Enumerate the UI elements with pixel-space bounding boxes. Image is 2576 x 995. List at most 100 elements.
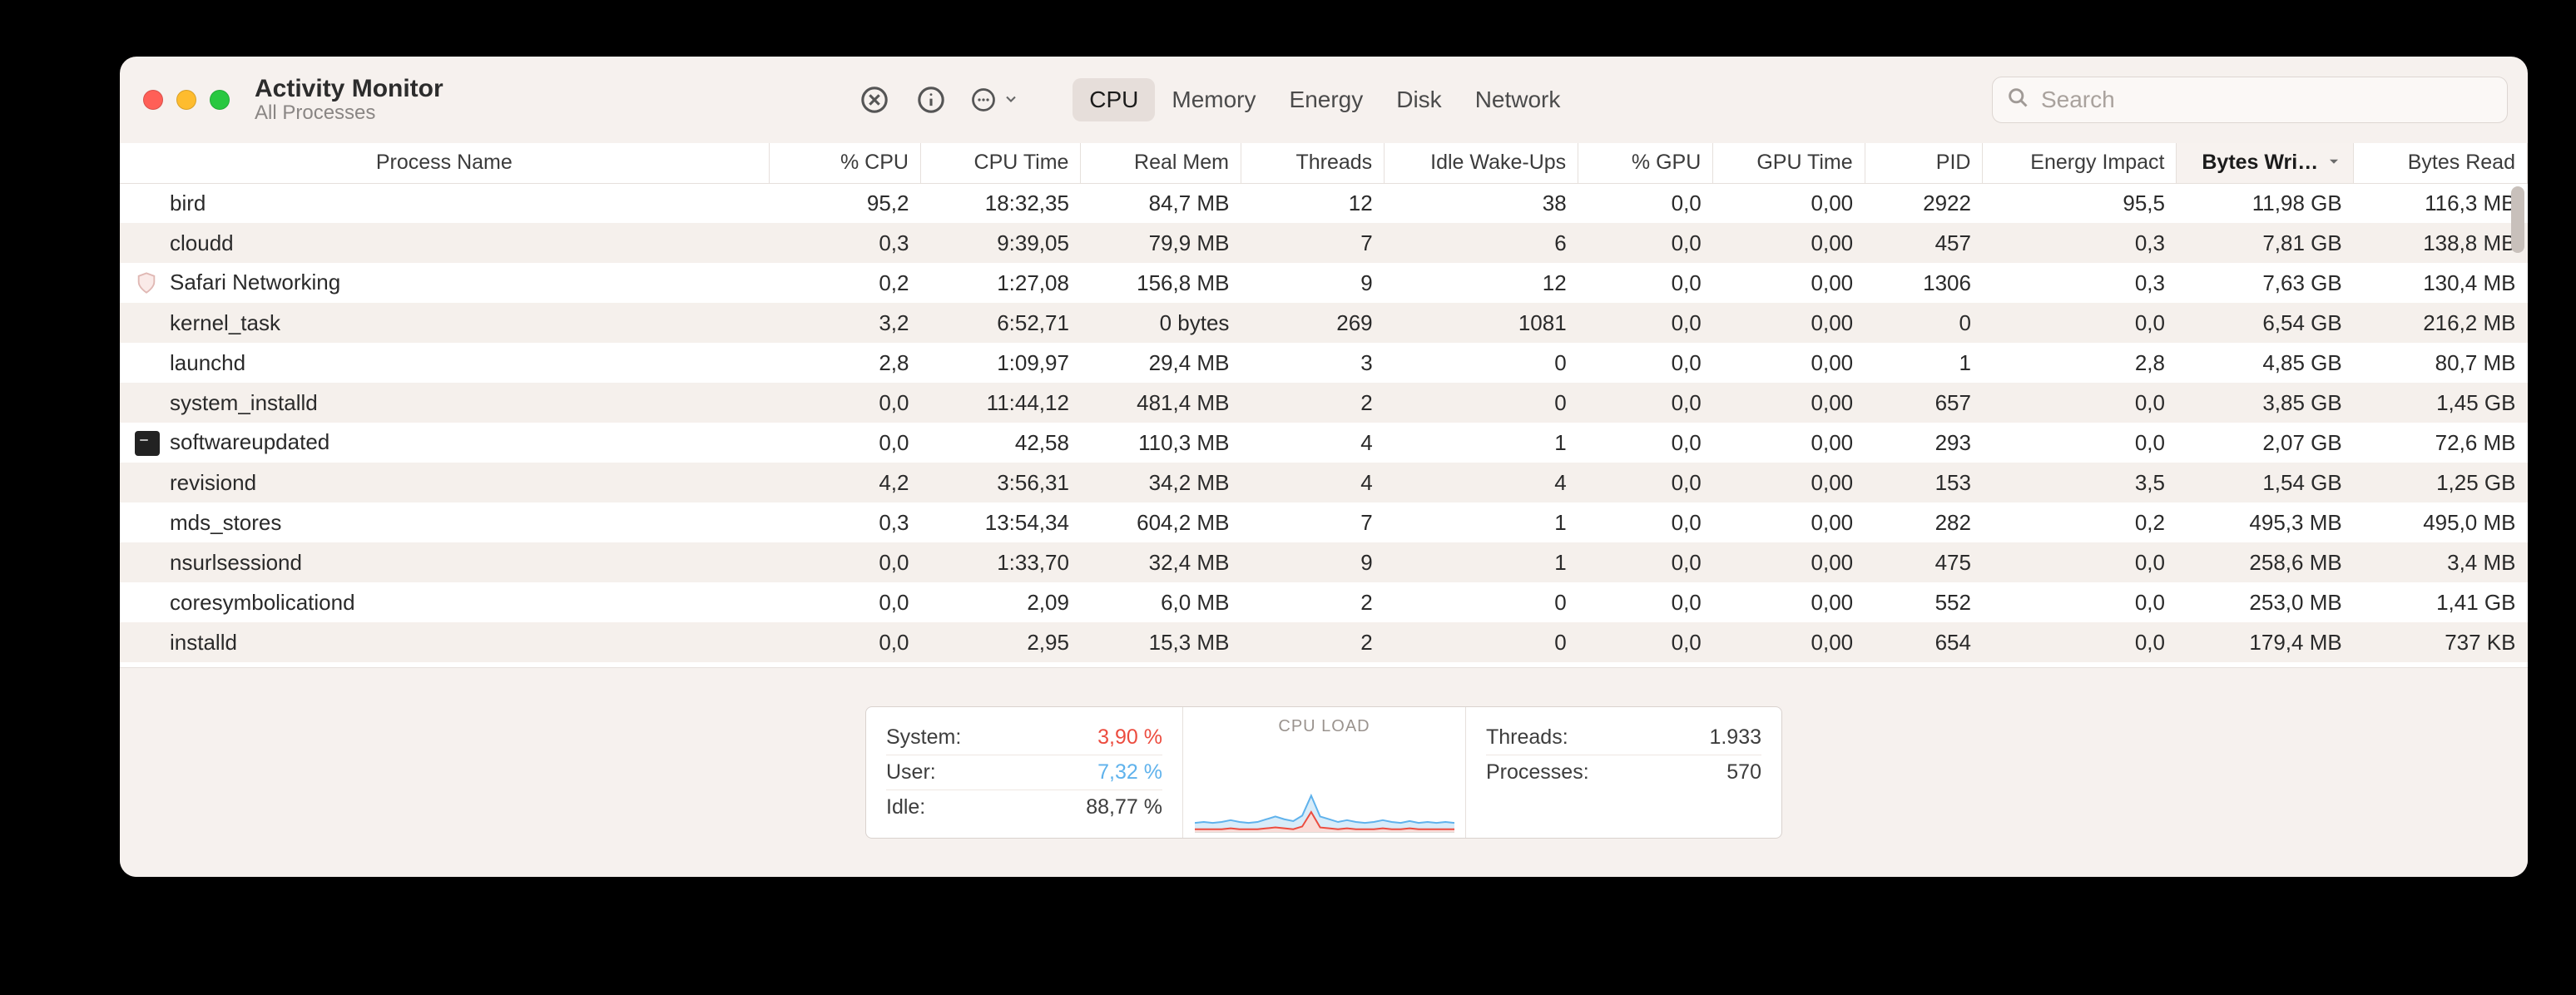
table-row[interactable]: Safari Networking0,21:27,08156,8 MB9120,… [120,263,2528,303]
shield-icon [135,271,160,296]
table-header-row: Process Name% CPUCPU TimeReal MemThreads… [120,143,2528,183]
table-row[interactable]: coresymbolicationd0,02,096,0 MB200,00,00… [120,582,2528,622]
tab-disk[interactable]: Disk [1380,78,1458,121]
cell-cpu: 0,0 [769,383,920,423]
table-row[interactable]: nsurlsessiond0,01:33,7032,4 MB910,00,004… [120,542,2528,582]
cell-bw: 495,3 MB [2177,502,2354,542]
process-name: launchd [170,350,245,375]
cell-realmem: 32,4 MB [1081,542,1241,582]
cell-cputime: 1:33,70 [920,542,1080,582]
value: 7,32 % [1097,760,1162,785]
table-row[interactable]: mds_stores0,313:54,34604,2 MB710,00,0028… [120,502,2528,542]
value: 3,90 % [1097,725,1162,750]
process-name: installd [170,630,237,655]
cell-cpu: 0,2 [769,263,920,303]
cell-name: nsurlsessiond [120,542,769,582]
cell-wake: 0 [1385,383,1578,423]
cpu-load-graph-panel: CPU LOAD [1182,707,1465,838]
table-row[interactable]: bird95,218:32,3584,7 MB12380,00,00292295… [120,183,2528,223]
cell-wake: 4 [1385,463,1578,502]
more-actions-button[interactable] [971,83,1029,116]
column-header-name[interactable]: Process Name [120,143,769,183]
cell-br: 1,45 GB [2354,383,2528,423]
table-row[interactable]: installd0,02,9515,3 MB200,00,006540,0179… [120,622,2528,662]
column-header-cputime[interactable]: CPU Time [920,143,1080,183]
cell-br: 1,41 GB [2354,582,2528,622]
cell-gputime: 0,00 [1713,183,1865,223]
cell-wake: 1 [1385,542,1578,582]
tab-cpu[interactable]: CPU [1073,78,1155,121]
column-header-bw[interactable]: Bytes Wri… [2177,143,2354,183]
cell-wake: 0 [1385,582,1578,622]
column-header-wake[interactable]: Idle Wake-Ups [1385,143,1578,183]
info-button[interactable] [914,83,948,116]
cell-realmem: 481,4 MB [1081,383,1241,423]
column-header-gpu[interactable]: % GPU [1578,143,1713,183]
vertical-scrollbar[interactable] [2511,186,2524,253]
tab-network[interactable]: Network [1459,78,1578,121]
cell-bw: 1,54 GB [2177,463,2354,502]
window-controls [143,90,230,110]
process-name: system_installd [170,390,318,415]
cpu-breakdown-panel: System:3,90 % User:7,32 % Idle:88,77 % [866,707,1182,838]
cell-realmem: 156,8 MB [1081,263,1241,303]
footer-panels: System:3,90 % User:7,32 % Idle:88,77 % C… [865,706,1782,839]
cell-gputime: 0,00 [1713,582,1865,622]
cell-wake: 1 [1385,423,1578,463]
table-row[interactable]: revisiond4,23:56,3134,2 MB440,00,001533,… [120,463,2528,502]
column-header-realmem[interactable]: Real Mem [1081,143,1241,183]
cell-gputime: 0,00 [1713,263,1865,303]
fullscreen-window-button[interactable] [210,90,230,110]
cell-threads: 3 [1241,343,1384,383]
cell-cpu: 0,0 [769,622,920,662]
table-row[interactable]: cloudd0,39:39,0579,9 MB760,00,004570,37,… [120,223,2528,263]
cell-bw: 11,98 GB [2177,183,2354,223]
stop-process-button[interactable] [858,83,891,116]
cell-cputime: 42,58 [920,423,1080,463]
table-row[interactable]: system_installd0,011:44,12481,4 MB200,00… [120,383,2528,423]
cell-pid: 654 [1865,622,1983,662]
table-row[interactable]: kernel_task3,26:52,710 bytes26910810,00,… [120,303,2528,343]
cell-gpu: 0,0 [1578,223,1713,263]
column-header-threads[interactable]: Threads [1241,143,1384,183]
cell-name: bird [120,183,769,223]
cell-cpu: 3,2 [769,303,920,343]
cell-cputime: 18:32,35 [920,183,1080,223]
minimize-window-button[interactable] [176,90,196,110]
column-header-cpu[interactable]: % CPU [769,143,920,183]
cell-br: 80,7 MB [2354,343,2528,383]
cell-energy: 0,2 [1983,502,2177,542]
search-field[interactable] [1992,77,2508,123]
process-name: cloudd [170,230,234,255]
toolbar-actions [858,83,1029,116]
cell-pid: 153 [1865,463,1983,502]
cell-threads: 2 [1241,383,1384,423]
close-window-button[interactable] [143,90,163,110]
column-header-energy[interactable]: Energy Impact [1983,143,2177,183]
cell-br: 216,2 MB [2354,303,2528,343]
cell-threads: 7 [1241,223,1384,263]
cpu-load-graph [1195,741,1454,833]
cell-gputime: 0,00 [1713,423,1865,463]
cell-realmem: 79,9 MB [1081,223,1241,263]
cell-br: 72,6 MB [2354,423,2528,463]
tab-energy[interactable]: Energy [1273,78,1380,121]
table-row[interactable]: launchd2,81:09,9729,4 MB300,00,0012,84,8… [120,343,2528,383]
column-header-br[interactable]: Bytes Read [2354,143,2528,183]
column-header-pid[interactable]: PID [1865,143,1983,183]
cell-realmem: 604,2 MB [1081,502,1241,542]
cell-bw: 7,63 GB [2177,263,2354,303]
column-header-gputime[interactable]: GPU Time [1713,143,1865,183]
label: System: [886,725,961,750]
title-block: Activity Monitor All Processes [255,75,443,124]
table-row[interactable]: softwareupdated0,042,58110,3 MB410,00,00… [120,423,2528,463]
label: Idle: [886,795,925,819]
cell-bw: 258,6 MB [2177,542,2354,582]
cell-br: 3,4 MB [2354,542,2528,582]
label: Processes: [1486,760,1589,785]
cell-realmem: 29,4 MB [1081,343,1241,383]
cell-threads: 7 [1241,502,1384,542]
tab-memory[interactable]: Memory [1155,78,1272,121]
search-input[interactable] [2041,87,2494,113]
cell-energy: 0,0 [1983,622,2177,662]
